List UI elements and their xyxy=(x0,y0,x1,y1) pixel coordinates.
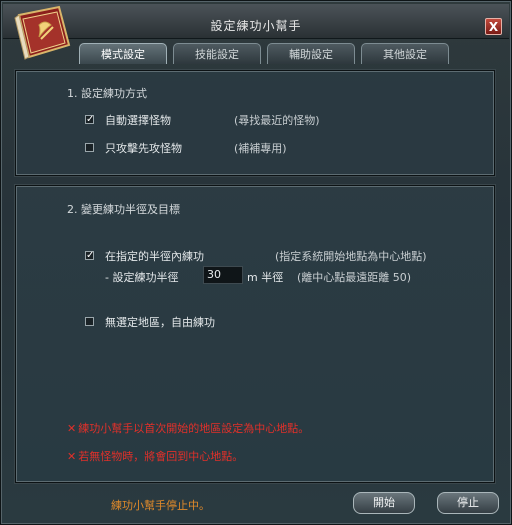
free-training-label: 無選定地區，自由練功 xyxy=(105,316,215,329)
tab-mode-settings[interactable]: 模式設定 xyxy=(79,43,167,64)
start-button[interactable]: 開始 xyxy=(353,492,415,514)
tab-assist-settings[interactable]: 輔助設定 xyxy=(267,43,355,64)
section-radius-target xyxy=(15,185,495,483)
radius-option-label: 在指定的半徑內練功 xyxy=(105,250,204,263)
tab-other-settings[interactable]: 其他設定 xyxy=(361,43,449,64)
warning-return-center: ✕ 若無怪物時，將會回到中心地點。 xyxy=(67,448,243,464)
auto-select-label: 自動選擇怪物 xyxy=(105,114,171,127)
radius-option-note: (指定系統開始地點為中心地點) xyxy=(275,250,427,263)
radius-field-label: - 設定練功半徑 xyxy=(105,271,179,284)
tab-skill-settings[interactable]: 技能設定 xyxy=(173,43,261,64)
warning-text: 練功小幫手以首次開始的地區設定為中心地點。 xyxy=(78,422,310,435)
warning-text: 若無怪物時，將會回到中心地點。 xyxy=(78,450,244,463)
title-bar[interactable]: 設定練功小幫手 X xyxy=(3,4,509,39)
close-button[interactable]: X xyxy=(485,18,502,35)
stop-button[interactable]: 停止 xyxy=(437,492,499,514)
window-title: 設定練功小幫手 xyxy=(210,19,302,33)
section2-title: 2. 變更練功半徑及目標 xyxy=(67,203,180,216)
warning-x-icon: ✕ xyxy=(67,422,77,435)
auto-select-checkbox[interactable]: ✓ xyxy=(85,115,94,125)
warning-center-point: ✕ 練功小幫手以首次開始的地區設定為中心地點。 xyxy=(67,420,309,436)
first-strike-checkbox[interactable] xyxy=(85,143,94,152)
radius-input[interactable]: 30 xyxy=(203,266,243,284)
radius-max-note: (離中心點最遠距離 50) xyxy=(297,271,412,284)
free-training-checkbox[interactable] xyxy=(85,317,94,326)
helper-status: 練功小幫手停止中。 xyxy=(111,499,210,512)
radius-unit: m 半徑 xyxy=(247,271,284,284)
book-icon xyxy=(14,5,71,60)
helper-settings-window: 設定練功小幫手 X 模式設定 技能設定 輔助設定 其他設定 1. 設定練功方式 … xyxy=(0,0,512,525)
radius-checkbox[interactable]: ✓ xyxy=(85,251,94,261)
auto-select-note: (尋找最近的怪物) xyxy=(234,114,320,127)
first-strike-label: 只攻擊先攻怪物 xyxy=(105,142,182,155)
first-strike-note: (補補專用) xyxy=(234,142,287,155)
warning-x-icon: ✕ xyxy=(67,450,77,463)
section1-title: 1. 設定練功方式 xyxy=(67,87,147,100)
